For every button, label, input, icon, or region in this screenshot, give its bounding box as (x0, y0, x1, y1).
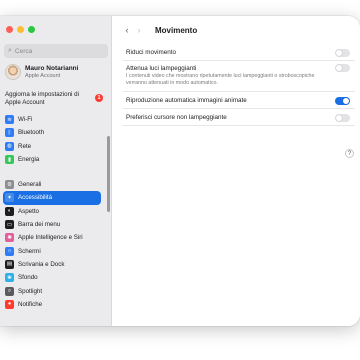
setting-row: Preferisci cursore non lampeggiante (123, 109, 355, 126)
settings-window: ⌕ Mauro Notarianni Apple Account Aggiorn… (0, 16, 360, 326)
minimize-window-button[interactable] (17, 26, 24, 33)
motion-settings-list: Riduci movimento Attenua luci lampeggiant… (123, 44, 355, 126)
accessibility-icon: ✦ (5, 193, 14, 203)
sidebar-system-group: ⚙ Generali ✦ Accessibilità ◐ Aspetto ▭ Barra de… (3, 178, 101, 311)
notifications-icon: ● (5, 299, 14, 309)
sidebar-item-label: Schermi (18, 247, 41, 255)
account-subtitle: Apple Account (25, 73, 61, 79)
sidebar-item-label: Energia (18, 156, 40, 164)
sidebar-item-label: Barra dei menu (18, 221, 61, 229)
gear-icon: ⚙ (5, 180, 14, 190)
window-controls (6, 26, 35, 33)
setting-label: Riproduzione automatica immagini animate (126, 97, 247, 104)
sidebar: ⌕ Mauro Notarianni Apple Account Aggiorn… (0, 16, 112, 326)
update-account-label: Aggiorna le impostazioni di Apple Accoun… (5, 91, 79, 106)
sidebar-scrollbar[interactable] (107, 136, 110, 212)
setting-description: I contenuti video che mostrano ripetutam… (126, 73, 315, 86)
avatar (5, 64, 21, 80)
setting-toggle[interactable] (335, 64, 350, 72)
sidebar-item-wifi[interactable]: ≋ Wi-Fi (3, 113, 101, 126)
setting-label: Riduci movimento (126, 49, 177, 56)
update-account-settings-item[interactable]: Aggiorna le impostazioni di Apple Accoun… (5, 91, 107, 107)
battery-icon: ▮ (5, 155, 14, 165)
sidebar-item-label: Apple Intelligence e Siri (18, 234, 83, 242)
notification-badge: 1 (95, 94, 103, 102)
sidebar-item-label: Spotlight (18, 287, 43, 295)
sidebar-item-label: Wi-Fi (18, 116, 33, 124)
setting-toggle[interactable] (335, 113, 350, 122)
setting-toggle[interactable] (335, 48, 350, 57)
sidebar-item-gear[interactable]: ⚙ Generali (3, 178, 101, 191)
main-pane: ‹ › Movimento Riduci movimento Attenua lu… (113, 16, 360, 326)
toolbar: ‹ › Movimento (113, 16, 360, 44)
sidebar-item-label: Aspetto (18, 207, 39, 215)
setting-row: Riduci movimento (123, 44, 355, 61)
sidebar-item-spotlight[interactable]: ⌕ Spotlight (3, 284, 101, 297)
search-input[interactable] (14, 47, 101, 55)
setting-label: Preferisci cursore non lampeggiante (126, 114, 227, 121)
close-window-button[interactable] (6, 26, 13, 33)
sidebar-item-label: Generali (18, 181, 42, 189)
page-title: Movimento (155, 25, 198, 35)
sidebar-item-dock[interactable]: ▤ Scrivania e Dock (3, 258, 101, 271)
sidebar-item-label: Notifiche (18, 300, 43, 308)
search-icon: ⌕ (8, 47, 12, 54)
help-button[interactable]: ? (345, 149, 354, 158)
sidebar-item-label: Rete (18, 142, 32, 150)
appearance-icon: ◐ (5, 206, 14, 216)
sidebar-network-group: ≋ Wi-Fi ᛒ Bluetooth ◍ Rete ▮ Energia (3, 113, 101, 166)
setting-toggle[interactable] (335, 96, 350, 105)
setting-label: Attenua luci lampeggianti (126, 65, 197, 72)
forward-button[interactable]: › (133, 25, 145, 35)
sidebar-item-wallpaper[interactable]: ❀ Sfondo (3, 271, 101, 284)
sidebar-item-globe[interactable]: ◍ Rete (3, 140, 101, 153)
setting-row: Riproduzione automatica immagini animate (123, 92, 355, 109)
account-row[interactable]: Mauro Notarianni Apple Account (5, 64, 78, 80)
sidebar-item-label: Bluetooth (18, 129, 45, 137)
sidebar-item-notifications[interactable]: ● Notifiche (3, 298, 101, 311)
menu-bar-icon: ▭ (5, 220, 14, 230)
spotlight-icon: ⌕ (5, 286, 14, 296)
bluetooth-icon: ᛒ (5, 128, 14, 138)
sidebar-item-appearance[interactable]: ◐ Aspetto (3, 205, 101, 218)
sidebar-item-siri[interactable]: ✺ Apple Intelligence e Siri (3, 231, 101, 244)
sidebar-item-bluetooth[interactable]: ᛒ Bluetooth (3, 126, 101, 139)
setting-row: Attenua luci lampeggianti I contenuti vid… (123, 61, 355, 92)
sidebar-item-label: Scrivania e Dock (18, 260, 65, 268)
sidebar-item-battery[interactable]: ▮ Energia (3, 153, 101, 166)
wifi-icon: ≋ (5, 115, 14, 125)
sidebar-item-accessibility[interactable]: ✦ Accessibilità (3, 191, 101, 205)
zoom-window-button[interactable] (28, 26, 35, 33)
dock-icon: ▤ (5, 259, 14, 269)
siri-icon: ✺ (5, 233, 14, 243)
globe-icon: ◍ (5, 141, 14, 151)
search-field[interactable]: ⌕ (4, 44, 108, 58)
account-name: Mauro Notarianni (25, 65, 79, 72)
sidebar-item-display[interactable]: ☼ Schermi (3, 244, 101, 257)
sidebar-item-label: Sfondo (18, 274, 38, 282)
sidebar-item-menu-bar[interactable]: ▭ Barra dei menu (3, 218, 101, 231)
wallpaper-icon: ❀ (5, 273, 14, 283)
sidebar-item-label: Accessibilità (18, 194, 53, 202)
display-icon: ☼ (5, 246, 14, 256)
back-button[interactable]: ‹ (121, 25, 133, 35)
